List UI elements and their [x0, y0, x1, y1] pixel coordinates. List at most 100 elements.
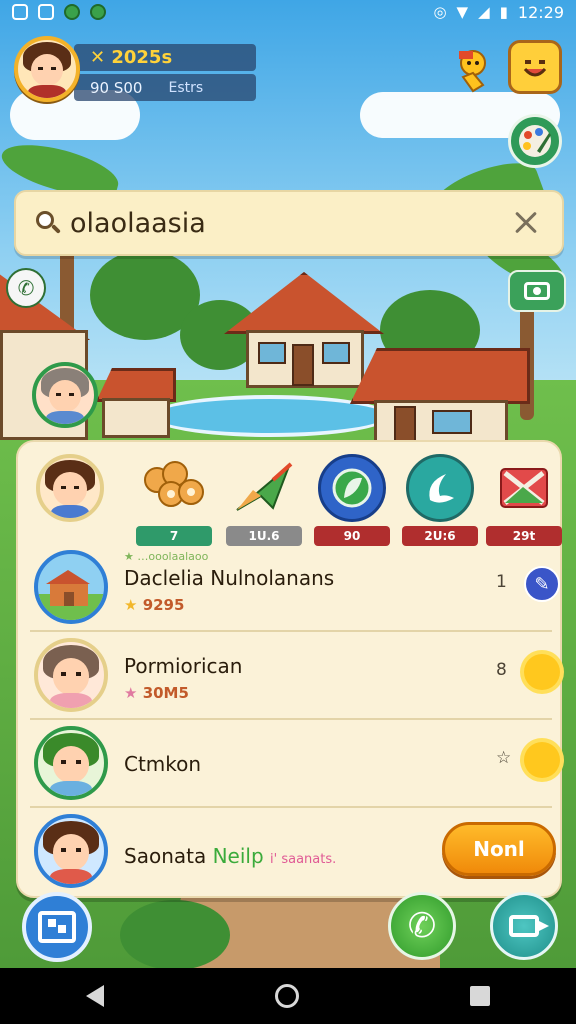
friend-rank: 1 — [496, 572, 507, 592]
house — [350, 348, 530, 448]
sun-icon[interactable] — [524, 654, 560, 690]
friend-row[interactable]: Pormiorican ★ 30M5 8 — [30, 632, 560, 720]
feather-icon[interactable]: ✎ — [524, 566, 560, 602]
search-icon — [34, 209, 62, 237]
house-thumbnail-icon — [38, 570, 104, 620]
phone-side-button[interactable]: ✆ — [6, 268, 46, 308]
signal-icon: ◢ — [478, 3, 490, 21]
friend-list: ★ …ooolaalaoo Daclelia Nulnolanans ★ 929… — [30, 544, 560, 896]
camera-icon — [524, 282, 550, 300]
friend-tag: ★ …ooolaalaoo — [124, 550, 209, 563]
camera-button[interactable] — [508, 270, 566, 312]
profile-face — [40, 458, 100, 518]
friend-avatar — [34, 550, 108, 624]
item-count-badge: 1U.6 — [226, 526, 302, 546]
cookies-icon — [140, 454, 208, 522]
palette-icon — [519, 125, 551, 157]
player-avatar[interactable] — [14, 36, 80, 102]
home-icon[interactable] — [274, 984, 299, 1008]
friend-score: ★ 30M5 — [124, 684, 189, 702]
friend-name: Ctmkon — [124, 752, 202, 776]
friend-avatar — [34, 638, 108, 712]
status-left — [12, 4, 106, 20]
notification-icon — [12, 4, 28, 20]
profile-slot[interactable] — [32, 454, 108, 550]
game-notification-icon — [90, 4, 106, 20]
house — [96, 368, 176, 438]
friend-note: i' saanats. — [270, 852, 337, 867]
item-count-badge: 90 — [314, 526, 390, 546]
gallery-icon — [38, 911, 76, 943]
back-icon[interactable] — [85, 985, 104, 1007]
item-bar: 7 1U.6 90 2U:6 29t — [32, 454, 562, 546]
boomerang-icon — [406, 454, 474, 522]
friend-row[interactable]: ★ …ooolaalaoo Daclelia Nulnolanans ★ 929… — [30, 544, 560, 632]
friend-row[interactable]: Saonata Neilp i' saanats. Nonl — [30, 808, 556, 896]
envelope-x-icon — [490, 454, 558, 522]
friend-name: Pormiorican — [124, 654, 243, 678]
item-slot-4[interactable]: 2U:6 — [402, 454, 478, 550]
gallery-button[interactable] — [22, 892, 92, 962]
recents-icon[interactable] — [470, 986, 491, 1006]
friend-avatar — [34, 814, 108, 888]
coins-value: ✕ 2025s — [90, 47, 173, 68]
bush — [120, 900, 230, 970]
profile-avatar — [36, 454, 104, 522]
game-notification-icon — [64, 4, 80, 20]
alarm-icon: ◎ — [433, 3, 447, 21]
sun-icon[interactable] — [524, 742, 560, 778]
friend-face — [38, 642, 104, 708]
search-bar[interactable]: olaolaasia — [14, 190, 564, 256]
paper-plane-icon — [230, 454, 298, 522]
friend-status: Neilp — [212, 844, 264, 868]
battery-icon: ▮ — [499, 3, 508, 21]
notification-icon — [38, 4, 54, 20]
friend-row[interactable]: Ctmkon ☆ — [30, 720, 560, 808]
friend-face — [38, 730, 104, 796]
item-slot-5[interactable]: 29t — [486, 454, 562, 550]
call-button[interactable]: ✆ — [388, 892, 456, 960]
system-navbar — [0, 968, 576, 1024]
status-bar: ◎ ▼ ◢ ▮ 12:29 — [0, 0, 576, 24]
item-slot-2[interactable]: 1U.6 — [226, 454, 302, 550]
palette-button[interactable] — [508, 114, 562, 168]
player-face — [18, 40, 76, 98]
star-icon: ★ — [124, 596, 138, 614]
visit-button[interactable]: Nonl — [442, 822, 556, 876]
player-stats-panel: ✕ 2025s 90 S00 Estrs — [74, 44, 256, 102]
coins-row: ✕ 2025s — [74, 44, 256, 71]
phone-icon: ✆ — [407, 906, 437, 946]
item-count-badge: 2U:6 — [402, 526, 478, 546]
friend-name: Daclelia Nulnolanans — [124, 566, 335, 590]
friend-avatar — [34, 726, 108, 800]
friend-rank: 8 — [496, 660, 507, 680]
item-count-badge: 7 — [136, 526, 212, 546]
close-icon[interactable] — [508, 205, 544, 241]
smile-icon — [523, 60, 547, 77]
friend-score: ★ 9295 — [124, 596, 185, 614]
item-count-badge: 29t — [486, 526, 562, 546]
mascot-icon[interactable] — [446, 42, 500, 96]
friend-rank: ☆ — [496, 748, 512, 768]
neighbor-face — [36, 366, 94, 424]
video-icon — [509, 915, 549, 937]
phone-icon: ✆ — [17, 276, 35, 300]
shield-leaf-icon — [318, 454, 386, 522]
friend-face — [38, 818, 104, 884]
friends-panel: 7 1U.6 90 2U:6 29t ★ …ooolaalaoo Dacleli… — [16, 440, 562, 898]
level-value: 90 S00 — [90, 78, 143, 97]
video-call-button[interactable] — [490, 892, 558, 960]
level-row: 90 S00 Estrs — [74, 74, 256, 101]
clock: 12:29 — [517, 2, 564, 22]
status-right: ◎ ▼ ◢ ▮ 12:29 — [433, 3, 564, 22]
item-slot-3[interactable]: 90 — [314, 454, 390, 550]
search-input[interactable]: olaolaasia — [70, 208, 508, 239]
neighbor-avatar[interactable] — [32, 362, 98, 428]
item-slot-1[interactable]: 7 — [136, 454, 212, 550]
star-icon: ★ — [124, 684, 138, 702]
mascot-icon-graphic — [459, 50, 486, 93]
level-label: Estrs — [168, 79, 204, 96]
wifi-icon: ▼ — [456, 3, 469, 21]
emoji-button[interactable] — [508, 40, 562, 94]
friend-name: Saonata Neilp i' saanats. — [124, 844, 337, 868]
